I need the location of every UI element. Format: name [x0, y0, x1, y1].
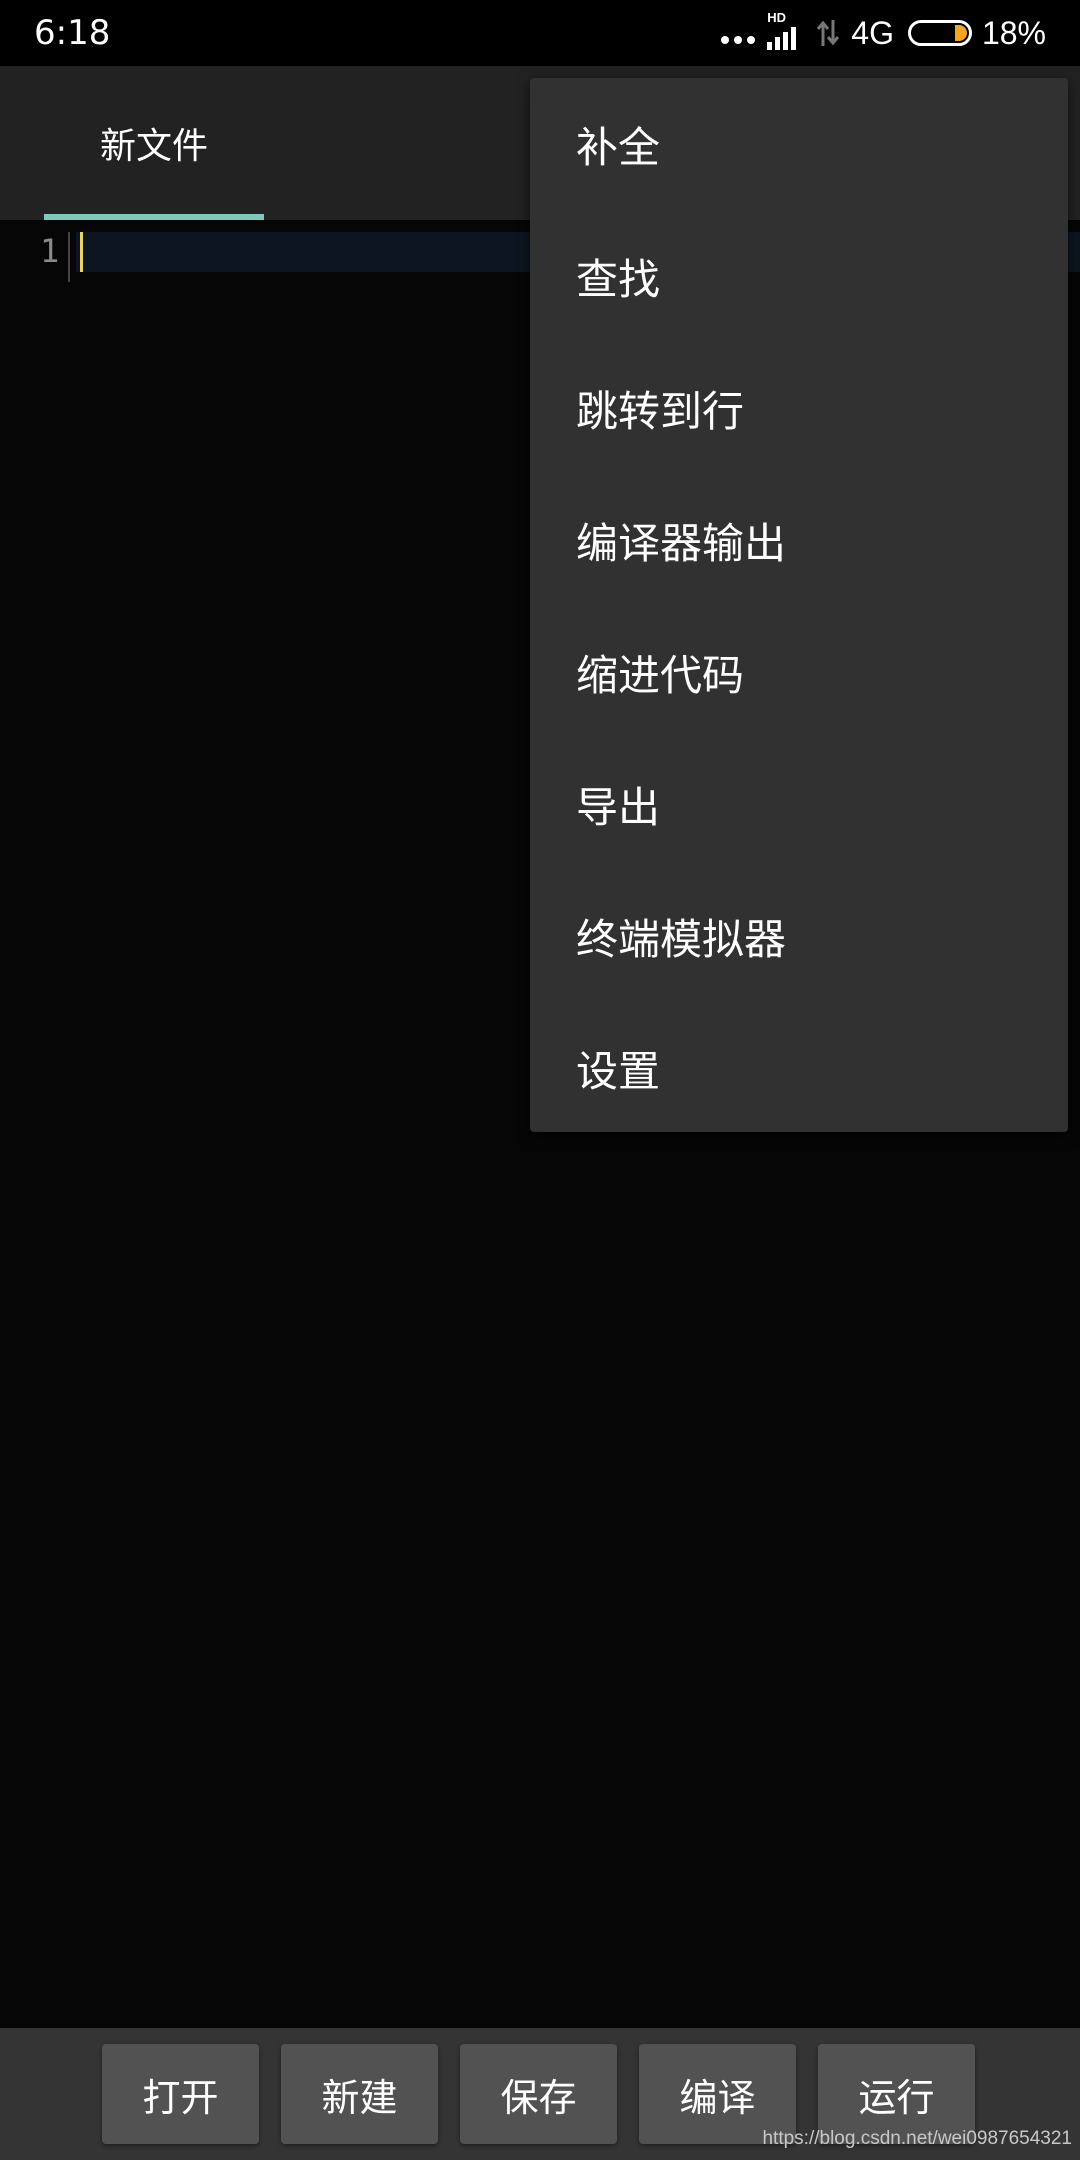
battery-percent: 18%: [981, 14, 1046, 51]
app-screen: 6:18 HD 4G 18% 新文件 1 补全 查找 跳转到行 编译器输出 缩进…: [0, 0, 1080, 2160]
menu-item-export[interactable]: 导出: [530, 738, 1068, 870]
menu-item-complete[interactable]: 补全: [530, 78, 1068, 210]
status-bar: 6:18 HD 4G 18%: [0, 0, 1080, 66]
menu-item-indent-code[interactable]: 缩进代码: [530, 606, 1068, 738]
data-arrows-icon: [817, 20, 840, 46]
signal-icon: HD: [767, 10, 801, 52]
tab-label: 新文件: [99, 126, 208, 167]
menu-item-find[interactable]: 查找: [530, 210, 1068, 342]
gutter-divider: [68, 232, 70, 282]
menu-item-settings[interactable]: 设置: [530, 1002, 1068, 1134]
text-cursor: [80, 232, 83, 272]
network-type: 4G: [851, 14, 894, 51]
more-dots-icon: [721, 36, 756, 44]
menu-item-terminal-emulator[interactable]: 终端模拟器: [530, 870, 1068, 1002]
hd-label: HD: [767, 10, 787, 25]
status-icons: HD 4G 18%: [721, 10, 1046, 56]
new-button[interactable]: 新建: [281, 2044, 438, 2144]
bottom-action-bar: 打开 新建 保存 编译 运行 https://blog.csdn.net/wei…: [0, 2028, 1080, 2160]
overflow-menu: 补全 查找 跳转到行 编译器输出 缩进代码 导出 终端模拟器 设置: [530, 78, 1068, 1132]
battery-icon: [907, 20, 972, 46]
line-number: 1: [40, 232, 60, 270]
menu-item-compiler-output[interactable]: 编译器输出: [530, 474, 1068, 606]
menu-item-goto-line[interactable]: 跳转到行: [530, 342, 1068, 474]
open-button[interactable]: 打开: [102, 2044, 259, 2144]
watermark: https://blog.csdn.net/wei0987654321: [762, 2128, 1072, 2149]
status-time: 6:18: [34, 13, 111, 53]
tab-new-file[interactable]: 新文件: [44, 66, 264, 220]
save-button[interactable]: 保存: [460, 2044, 617, 2144]
